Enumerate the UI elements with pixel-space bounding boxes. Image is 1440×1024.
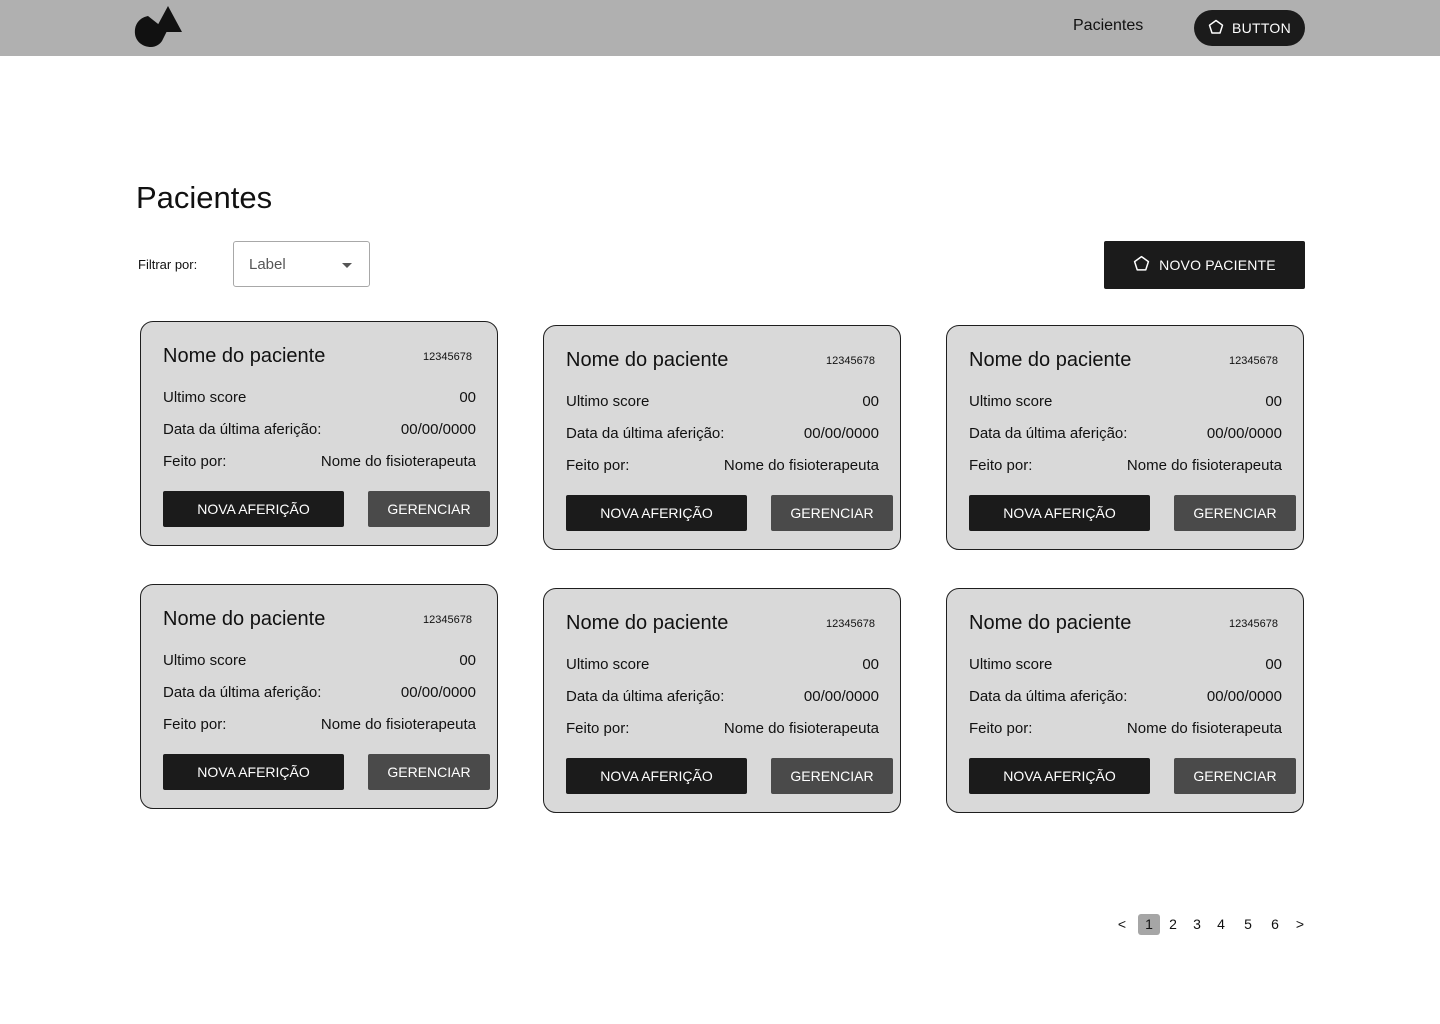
pentagon-icon [1208, 19, 1224, 38]
manage-button[interactable]: GERENCIAR [771, 758, 893, 794]
score-value: 00 [862, 393, 879, 410]
new-measurement-button[interactable]: NOVA AFERIÇÃO [566, 495, 747, 531]
therapist-value: Nome do fisioterapeuta [723, 720, 879, 737]
patient-id: 12345678 [423, 351, 472, 363]
manage-button[interactable]: GERENCIAR [368, 754, 490, 790]
date-value: 00/00/0000 [1206, 425, 1282, 442]
manage-button[interactable]: GERENCIAR [1174, 758, 1296, 794]
therapist-label: Feito por: [163, 453, 227, 470]
score-label: Ultimo score [566, 393, 650, 410]
manage-button[interactable]: GERENCIAR [368, 491, 490, 527]
date-label: Data da última aferição: [163, 421, 322, 438]
therapist-value: Nome do fisioterapeuta [320, 716, 476, 733]
patient-id: 12345678 [826, 355, 875, 367]
new-patient-button-label: NOVO PACIENTE [1159, 257, 1276, 273]
patient-card: Nome do paciente 12345678 Ultimo score 0… [543, 325, 901, 550]
date-value: 00/00/0000 [400, 421, 476, 438]
patient-card: Nome do paciente 12345678 Ultimo score 0… [140, 321, 498, 546]
therapist-value: Nome do fisioterapeuta [320, 453, 476, 470]
new-measurement-button[interactable]: NOVA AFERIÇÃO [163, 491, 344, 527]
header-button-label: BUTTON [1231, 20, 1292, 36]
page-1-button[interactable]: 1 [1138, 914, 1160, 935]
patient-name: Nome do paciente [566, 349, 729, 371]
score-value: 00 [1265, 656, 1282, 673]
date-label: Data da última aferição: [163, 684, 322, 701]
patient-name: Nome do paciente [566, 612, 729, 634]
new-measurement-button[interactable]: NOVA AFERIÇÃO [163, 754, 344, 790]
new-measurement-button[interactable]: NOVA AFERIÇÃO [969, 758, 1150, 794]
date-value: 00/00/0000 [803, 688, 879, 705]
score-value: 00 [862, 656, 879, 673]
patient-name: Nome do paciente [969, 612, 1132, 634]
score-label: Ultimo score [566, 656, 650, 673]
page-6-button[interactable]: 6 [1268, 914, 1282, 935]
therapist-label: Feito por: [163, 716, 227, 733]
score-label: Ultimo score [969, 656, 1053, 673]
top-navigation-bar: Pacientes BUTTON [0, 0, 1440, 56]
date-value: 00/00/0000 [400, 684, 476, 701]
patient-name: Nome do paciente [969, 349, 1132, 371]
patient-card: Nome do paciente 12345678 Ultimo score 0… [140, 584, 498, 809]
therapist-value: Nome do fisioterapeuta [723, 457, 879, 474]
page-4-button[interactable]: 4 [1214, 914, 1228, 935]
score-value: 00 [1265, 393, 1282, 410]
date-label: Data da última aferição: [969, 688, 1128, 705]
filter-dropdown[interactable]: Label [233, 241, 370, 287]
triangle-circle-logo-icon[interactable] [134, 5, 184, 49]
therapist-value: Nome do fisioterapeuta [1126, 457, 1282, 474]
manage-button[interactable]: GERENCIAR [1174, 495, 1296, 531]
previous-page-button[interactable]: < [1115, 914, 1129, 935]
new-patient-button[interactable]: NOVO PACIENTE [1104, 241, 1305, 289]
patient-name: Nome do paciente [163, 608, 326, 630]
pagination: < 1 2 3 4 5 6 > [1110, 914, 1310, 936]
therapist-label: Feito por: [969, 457, 1033, 474]
pentagon-icon [1133, 255, 1150, 275]
new-measurement-button[interactable]: NOVA AFERIÇÃO [566, 758, 747, 794]
page-5-button[interactable]: 5 [1241, 914, 1255, 935]
nav-link-pacientes[interactable]: Pacientes [1073, 17, 1143, 35]
score-label: Ultimo score [163, 652, 247, 669]
page-title: Pacientes [136, 180, 273, 215]
manage-button[interactable]: GERENCIAR [771, 495, 893, 531]
caret-down-icon [342, 263, 352, 268]
date-label: Data da última aferição: [969, 425, 1128, 442]
score-value: 00 [459, 389, 476, 406]
patient-card: Nome do paciente 12345678 Ultimo score 0… [946, 325, 1304, 550]
page-3-button[interactable]: 3 [1190, 914, 1204, 935]
date-label: Data da última aferição: [566, 425, 725, 442]
patient-name: Nome do paciente [163, 345, 326, 367]
patient-id: 12345678 [1229, 355, 1278, 367]
next-page-button[interactable]: > [1293, 914, 1307, 935]
date-value: 00/00/0000 [803, 425, 879, 442]
therapist-value: Nome do fisioterapeuta [1126, 720, 1282, 737]
date-value: 00/00/0000 [1206, 688, 1282, 705]
date-label: Data da última aferição: [566, 688, 725, 705]
score-value: 00 [459, 652, 476, 669]
patient-card: Nome do paciente 12345678 Ultimo score 0… [946, 588, 1304, 813]
page-2-button[interactable]: 2 [1166, 914, 1180, 935]
filter-dropdown-value: Label [249, 256, 286, 273]
header-button[interactable]: BUTTON [1194, 10, 1305, 46]
patient-id: 12345678 [423, 614, 472, 626]
therapist-label: Feito por: [566, 720, 630, 737]
patient-id: 12345678 [826, 618, 875, 630]
patient-id: 12345678 [1229, 618, 1278, 630]
patient-card: Nome do paciente 12345678 Ultimo score 0… [543, 588, 901, 813]
therapist-label: Feito por: [969, 720, 1033, 737]
therapist-label: Feito por: [566, 457, 630, 474]
score-label: Ultimo score [163, 389, 247, 406]
score-label: Ultimo score [969, 393, 1053, 410]
new-measurement-button[interactable]: NOVA AFERIÇÃO [969, 495, 1150, 531]
filter-label: Filtrar por: [138, 257, 198, 272]
